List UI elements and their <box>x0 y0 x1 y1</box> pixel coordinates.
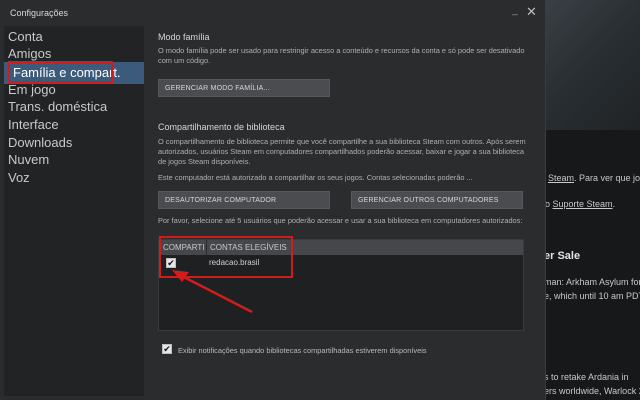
settings-dialog: Configurações _ ✕ Conta Amigos Família e… <box>0 0 546 400</box>
store-sale-heading: er Sale <box>545 250 581 262</box>
store-text-line: e, which until 10 am PDT <box>545 291 640 301</box>
store-text-line: s to retake Ardania in <box>545 372 629 382</box>
background-store-window: Steam. Para ver que jo o Suporte Steam. … <box>545 0 640 400</box>
store-text-line: Steam. Para ver que jo <box>548 173 640 183</box>
steam-link[interactable]: Steam <box>548 173 574 183</box>
annotation-arrow-icon <box>172 270 253 314</box>
notify-shared-libraries-checkbox[interactable]: ✔ <box>162 344 172 354</box>
store-text-line: man: Arkham Asylum for <box>545 277 640 287</box>
steam-support-link[interactable]: Suporte Steam <box>553 199 613 209</box>
store-banner-image <box>545 0 640 130</box>
store-text-line: o Suporte Steam. <box>545 199 616 209</box>
store-text-line: ers worldwide, Warlock 2 <box>545 386 640 396</box>
notify-shared-libraries-label: Exibir notificações quando bibliotecas c… <box>178 346 427 355</box>
